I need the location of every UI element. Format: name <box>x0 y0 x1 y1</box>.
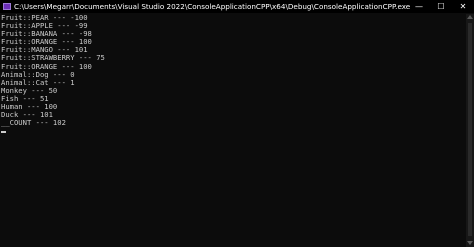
console-line: Monkey --- 50 <box>1 85 58 95</box>
console-app-icon[interactable] <box>3 3 11 10</box>
maximize-button[interactable]: ☐ <box>430 0 452 13</box>
scroll-down-arrow-icon[interactable] <box>467 241 473 245</box>
console-output[interactable]: Fruit::PEAR --- -100 Fruit::APPLE --- -9… <box>0 13 466 247</box>
scrollbar-thumb[interactable] <box>468 23 472 236</box>
window-controls: — ☐ ✕ <box>408 0 474 13</box>
text-cursor <box>1 131 6 134</box>
title-bar[interactable]: C:\Users\Megarr\Documents\Visual Studio … <box>0 0 474 13</box>
console-line: __COUNT --- 102 <box>1 118 66 128</box>
console-window: C:\Users\Megarr\Documents\Visual Studio … <box>0 0 474 247</box>
console-line: Human --- 100 <box>1 102 58 112</box>
minimize-button[interactable]: — <box>408 0 430 13</box>
console-line: Duck --- 101 <box>1 110 53 120</box>
window-title: C:\Users\Megarr\Documents\Visual Studio … <box>14 2 411 11</box>
console-line: Animal::Cat --- 1 <box>1 77 75 87</box>
vertical-scrollbar[interactable] <box>466 14 474 247</box>
close-button[interactable]: ✕ <box>452 0 474 13</box>
scroll-up-arrow-icon[interactable] <box>467 15 473 19</box>
console-line: Fish --- 51 <box>1 93 49 103</box>
